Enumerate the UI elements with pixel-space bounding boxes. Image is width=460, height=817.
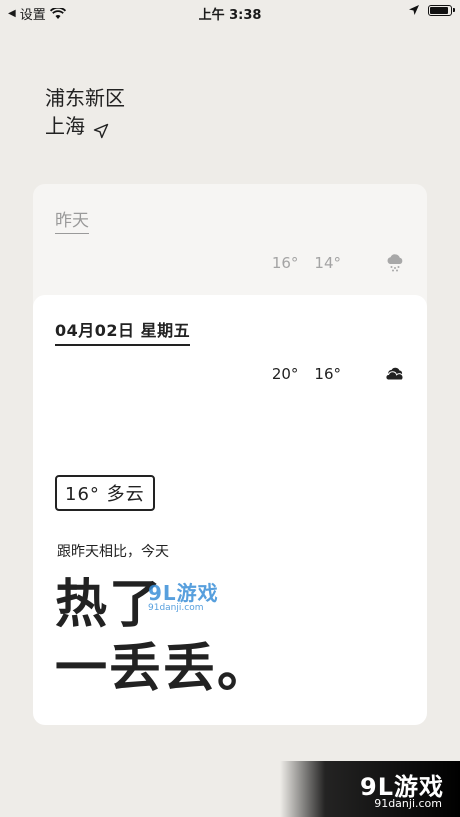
watermark-brand: 9L游戏	[148, 581, 219, 605]
location-header[interactable]: 浦东新区 上海	[45, 84, 125, 140]
yesterday-temps: 16° 14°	[272, 254, 405, 272]
today-temps: 20° 16°	[272, 365, 405, 383]
watermark-corner-site: 91danji.com	[374, 797, 442, 810]
current-condition-badge: 16° 多云	[55, 475, 155, 511]
location-arrow-icon	[408, 4, 420, 16]
status-time: 上午 3:38	[198, 8, 262, 23]
watermark-corner: 9L游戏 91danji.com	[280, 761, 460, 817]
cloudy-icon	[385, 367, 405, 381]
location-arrow-icon	[93, 118, 109, 139]
status-right	[408, 4, 455, 16]
compare-text: 跟昨天相比，今天	[57, 544, 169, 560]
watermark-site: 91danji.com	[148, 603, 204, 613]
rain-cloud-icon	[385, 254, 405, 272]
headline-line-2: 一丢丢。	[55, 639, 272, 699]
yesterday-label: 昨天	[55, 206, 89, 234]
city-name: 上海	[45, 114, 85, 138]
battery-fill	[430, 6, 448, 14]
today-low: 16°	[314, 365, 341, 383]
status-bar: ◀ 设置 上午 3:38	[0, 0, 460, 24]
today-card[interactable]: 04月02日 星期五 20° 16° 16° 多云 跟昨天相比，今天 热了 一丢…	[33, 295, 427, 725]
battery-icon	[428, 4, 455, 16]
today-high: 20°	[271, 365, 299, 383]
today-date: 04月02日 星期五	[55, 317, 191, 346]
yesterday-low: 14°	[314, 254, 341, 272]
watermark-center: 9L游戏 91danji.com	[148, 577, 244, 613]
yesterday-high: 16°	[271, 254, 299, 272]
district-name: 浦东新区	[45, 86, 125, 110]
